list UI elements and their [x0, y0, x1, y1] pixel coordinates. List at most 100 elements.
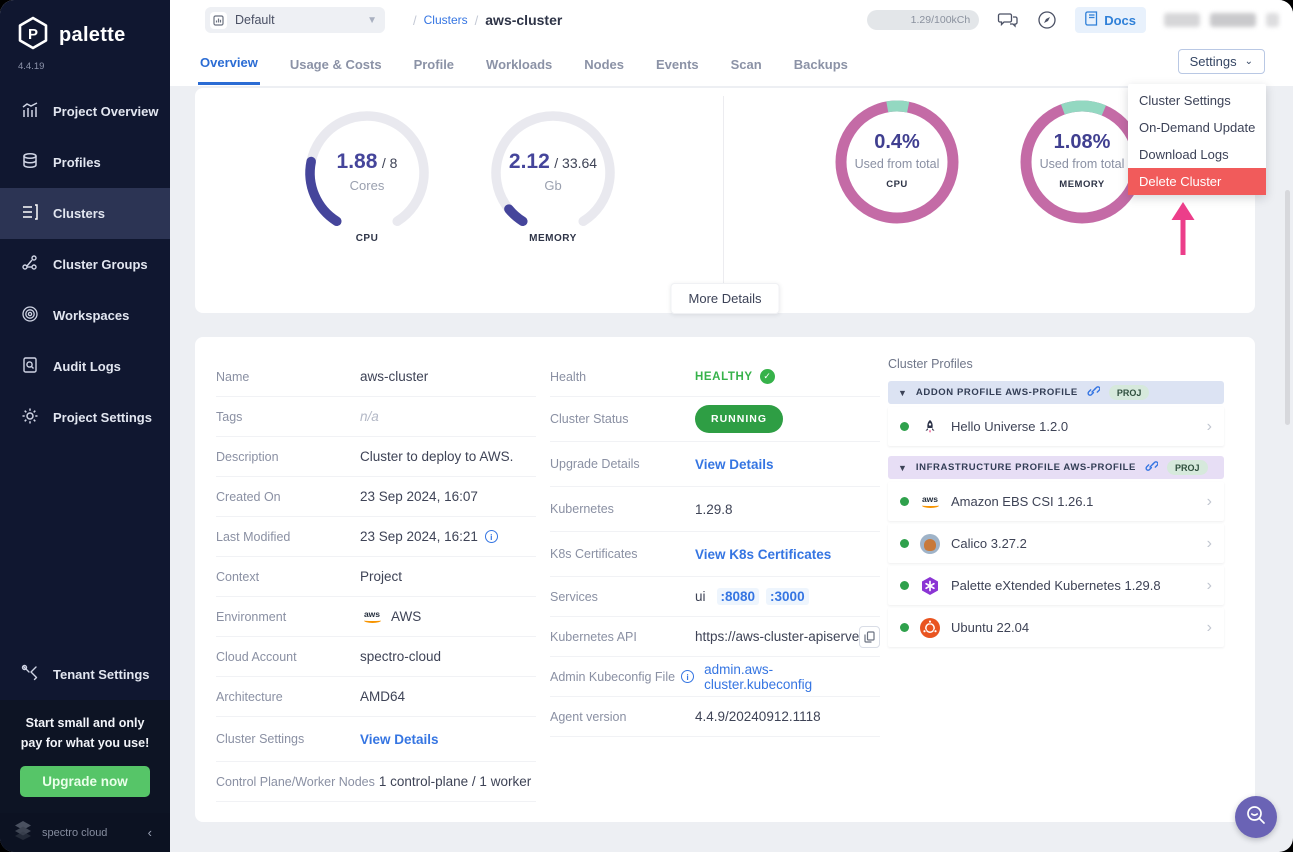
- sidebar-item-label: Tenant Settings: [53, 667, 150, 682]
- annotation-arrow-icon: [1170, 200, 1196, 263]
- service-port-link[interactable]: :8080: [717, 588, 760, 605]
- running-status-badge: RUNNING: [695, 405, 783, 433]
- tab-nodes[interactable]: Nodes: [582, 43, 626, 84]
- bar-chart-icon: [21, 101, 39, 122]
- cluster-settings-view-details-link[interactable]: View Details: [360, 732, 439, 747]
- cpu-total-value: 8: [390, 155, 398, 171]
- row-label: Control Plane/Worker Nodes: [216, 775, 375, 789]
- project-scope-selector[interactable]: Default ▼: [205, 7, 385, 33]
- tab-events[interactable]: Events: [654, 43, 701, 84]
- info-icon[interactable]: [681, 670, 694, 683]
- row-label: Admin Kubeconfig File: [550, 670, 675, 684]
- settings-button[interactable]: Settings ⌄: [1178, 49, 1265, 74]
- chevron-right-icon: ›: [1207, 619, 1212, 637]
- row-label: Last Modified: [216, 530, 360, 544]
- service-port-link[interactable]: :3000: [766, 588, 809, 605]
- palette-logo-icon: P: [16, 16, 50, 55]
- upgrade-view-details-link[interactable]: View Details: [695, 457, 774, 472]
- kubeconfig-file-link[interactable]: admin.aws-cluster.kubeconfig: [704, 662, 880, 692]
- sidebar-item-project-settings[interactable]: Project Settings: [0, 392, 170, 443]
- menu-item-download-logs[interactable]: Download Logs: [1128, 141, 1266, 168]
- upgrade-now-button[interactable]: Upgrade now: [20, 766, 150, 797]
- tab-backups[interactable]: Backups: [792, 43, 850, 84]
- detail-row-tags: Tags n/a: [216, 397, 536, 437]
- sidebar-item-clusters[interactable]: Clusters: [0, 188, 170, 239]
- profile-pack-row[interactable]: Palette eXtended Kubernetes 1.29.8 ›: [888, 566, 1224, 605]
- link-icon[interactable]: [1145, 459, 1158, 477]
- profile-pack-row[interactable]: aws Amazon EBS CSI 1.26.1 ›: [888, 482, 1224, 521]
- detail-row-upgrade-details: Upgrade Details View Details: [550, 442, 880, 487]
- sidebar-item-audit-logs[interactable]: Audit Logs: [0, 341, 170, 392]
- aws-logo-icon: aws: [360, 610, 384, 623]
- docs-button[interactable]: Docs: [1075, 7, 1146, 33]
- health-status: HEALTHY: [695, 371, 753, 383]
- cpu-donut-caption: Used from total: [830, 157, 964, 171]
- service-name: ui: [695, 589, 706, 604]
- rocket-icon: [920, 417, 940, 437]
- detail-row-admin-kubeconfig: Admin Kubeconfig File admin.aws-cluster.…: [550, 657, 880, 697]
- chat-icon[interactable]: [997, 11, 1019, 29]
- row-value: 1.29.8: [695, 502, 733, 517]
- link-icon[interactable]: [1087, 384, 1100, 402]
- cluster-tabs-bar: Overview Usage & Costs Profile Workloads…: [170, 40, 1293, 86]
- details-right-column: Health HEALTHY Cluster Status RUNNING Up…: [550, 357, 880, 737]
- breadcrumb-clusters-link[interactable]: Clusters: [424, 13, 468, 27]
- settings-button-label: Settings: [1190, 54, 1237, 69]
- view-k8s-certificates-link[interactable]: View K8s Certificates: [695, 547, 831, 562]
- compass-icon[interactable]: [1037, 10, 1057, 30]
- menu-item-delete-cluster[interactable]: Delete Cluster: [1128, 168, 1266, 195]
- profile-pack-row[interactable]: Ubuntu 22.04 ›: [888, 608, 1224, 647]
- sidebar-item-tenant-settings[interactable]: Tenant Settings: [0, 649, 170, 700]
- profile-pack-row[interactable]: Calico 3.27.2 ›: [888, 524, 1224, 563]
- row-label: Description: [216, 450, 360, 464]
- status-dot-green: [900, 422, 909, 431]
- sidebar-item-cluster-groups[interactable]: Cluster Groups: [0, 239, 170, 290]
- memory-unit: Gb: [488, 178, 618, 193]
- sidebar-item-label: Cluster Groups: [53, 257, 148, 272]
- book-icon: [1085, 11, 1098, 29]
- sidebar-item-profiles[interactable]: Profiles: [0, 137, 170, 188]
- menu-item-cluster-settings[interactable]: Cluster Settings: [1128, 87, 1266, 114]
- gauge-separator: /: [382, 155, 386, 171]
- copy-icon[interactable]: [859, 626, 880, 648]
- row-value: 4.4.9/20240912.1118: [695, 709, 821, 724]
- row-label: Cloud Account: [216, 650, 360, 664]
- settings-dropdown-menu: Cluster Settings On-Demand Update Downlo…: [1128, 84, 1266, 195]
- sidebar-item-label: Audit Logs: [53, 359, 121, 374]
- sidebar-item-workspaces[interactable]: Workspaces: [0, 290, 170, 341]
- tab-profile[interactable]: Profile: [412, 43, 456, 84]
- doc-search-icon: [21, 356, 39, 377]
- help-chat-widget-button[interactable]: [1235, 796, 1277, 838]
- cpu-gauge: 1.88 / 8 Cores CPU: [302, 108, 432, 258]
- detail-row-context: Context Project: [216, 557, 536, 597]
- tab-usage-costs[interactable]: Usage & Costs: [288, 43, 384, 84]
- footer-brand-name: spectro cloud: [42, 827, 140, 839]
- info-icon[interactable]: [485, 530, 498, 543]
- profile-pack-row[interactable]: Hello Universe 1.2.0 ›: [888, 407, 1224, 446]
- row-label: Kubernetes API: [550, 630, 695, 644]
- sidebar-item-project-overview[interactable]: Project Overview: [0, 86, 170, 137]
- status-dot-green: [900, 497, 909, 506]
- sidebar-item-label: Clusters: [53, 206, 105, 221]
- sidebar-footer: spectro cloud ‹: [0, 813, 170, 852]
- breadcrumb-separator: /: [475, 13, 479, 28]
- row-label: Name: [216, 370, 360, 384]
- pack-name: Hello Universe 1.2.0: [951, 419, 1068, 434]
- tab-scan[interactable]: Scan: [729, 43, 764, 84]
- details-left-column: Name aws-cluster Tags n/a Description Cl…: [216, 357, 536, 802]
- more-details-button[interactable]: More Details: [671, 283, 780, 314]
- infrastructure-profile-header[interactable]: ▼ INFRASTRUCTURE PROFILE AWS-PROFILE PRO…: [888, 456, 1224, 479]
- menu-item-on-demand-update[interactable]: On-Demand Update: [1128, 114, 1266, 141]
- scope-selected-value: Default: [235, 13, 359, 27]
- collapse-sidebar-icon[interactable]: ‹: [148, 825, 158, 840]
- cpu-used-value: 1.88: [337, 150, 378, 173]
- status-dot-green: [900, 623, 909, 632]
- tab-overview[interactable]: Overview: [198, 41, 260, 85]
- tab-workloads[interactable]: Workloads: [484, 43, 554, 84]
- sidebar-item-label: Workspaces: [53, 308, 129, 323]
- details-panel: Name aws-cluster Tags n/a Description Cl…: [195, 337, 1255, 822]
- addon-profile-header[interactable]: ▼ ADDON PROFILE AWS-PROFILE PROJ: [888, 381, 1224, 404]
- scrollbar-thumb[interactable]: [1285, 190, 1290, 425]
- brand-logo: P palette: [0, 0, 170, 57]
- chevron-right-icon: ›: [1207, 535, 1212, 553]
